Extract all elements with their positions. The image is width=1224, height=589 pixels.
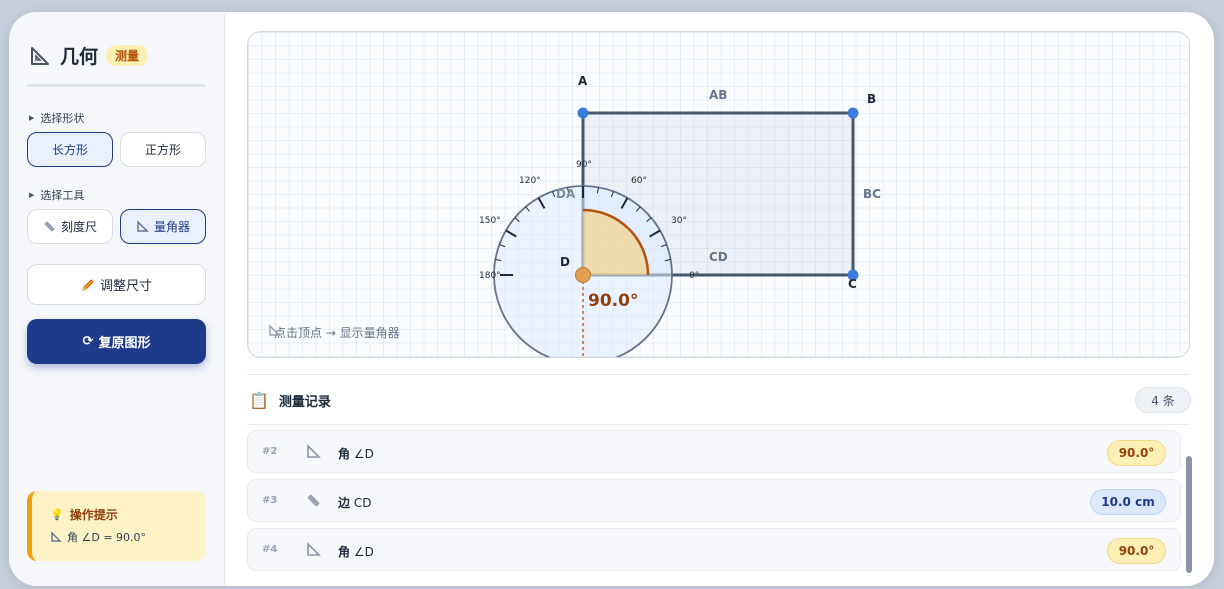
refresh-icon: ⟳ [82, 334, 94, 349]
reset-shape-button[interactable]: ⟳ 复原图形 [27, 319, 206, 364]
protractor-label-90: 90° [576, 160, 592, 170]
protractor-label-60: 60° [631, 176, 647, 186]
shape-rectangle-button[interactable]: 长方形 [27, 132, 113, 167]
vertex-d-selected[interactable] [575, 267, 591, 283]
angle-reading: 90.0° [588, 291, 638, 311]
protractor-label-30: 30° [671, 216, 687, 226]
brand: 几何 测量 [29, 42, 149, 69]
protractor-icon [306, 444, 321, 459]
protractor-label-120: 120° [519, 176, 541, 186]
records-separator [247, 424, 1190, 425]
vertex-label-a: A [578, 74, 588, 88]
tool-protractor-button[interactable]: 量角器 [120, 209, 206, 244]
mode-badge: 测量 [106, 45, 149, 66]
ruler-icon [43, 220, 56, 233]
canvas-drawing: 180° 150° 120° 90° 60° 30° 0° A B C D AB… [479, 74, 881, 357]
record-value: 90.0° [1107, 440, 1166, 466]
records-count-badge: 4 条 [1135, 387, 1191, 413]
shape-section-label: ▶ 选择形状 [29, 112, 85, 125]
vertex-b[interactable] [847, 107, 859, 119]
protractor-label-150: 150° [479, 216, 501, 226]
canvas-hint: 点击顶点 → 显示量角器 [268, 324, 400, 341]
records-divider [247, 374, 1190, 375]
ruler-icon [306, 493, 321, 508]
edge-label-da: DA [556, 187, 576, 201]
protractor-label-180: 180° [479, 271, 501, 281]
protractor-label-0: 0° [689, 271, 699, 281]
resize-button[interactable]: 调整尺寸 [27, 264, 206, 305]
sidebar: 几何 测量 ▶ 选择形状 长方形 正方形 ▶ 选择工具 刻度尺 量角器 调整尺寸… [9, 12, 225, 586]
brand-divider [27, 84, 206, 87]
vertex-label-d: D [560, 255, 570, 269]
record-row[interactable]: #3 边 CD 10.0 cm [247, 479, 1181, 522]
protractor-icon [306, 542, 321, 557]
lightbulb-icon: 💡 [50, 508, 64, 521]
pencil-icon [81, 278, 95, 292]
records-scrollbar-thumb[interactable] [1186, 456, 1192, 573]
app-window: 几何 测量 ▶ 选择形状 长方形 正方形 ▶ 选择工具 刻度尺 量角器 调整尺寸… [9, 12, 1214, 586]
geometry-canvas[interactable]: 180° 150° 120° 90° 60° 30° 0° A B C D AB… [247, 31, 1190, 358]
tip-title: 操作提示 [69, 508, 118, 522]
vertex-label-b: B [867, 92, 876, 106]
tool-ruler-button[interactable]: 刻度尺 [27, 209, 113, 244]
vertex-label-c: C [848, 277, 857, 291]
edge-label-cd: CD [709, 250, 728, 264]
triangle-right-icon: ▶ [29, 114, 35, 122]
record-row[interactable]: #2 角 ∠D 90.0° [247, 430, 1181, 473]
edge-label-bc: BC [863, 187, 881, 201]
record-row[interactable]: #4 角 ∠D 90.0° [247, 528, 1181, 571]
triangle-right-icon: ▶ [29, 191, 35, 199]
tool-section-label: ▶ 选择工具 [29, 189, 85, 202]
records-header: 📋 测量记录 [249, 391, 331, 410]
record-value: 10.0 cm [1090, 489, 1166, 515]
record-value: 90.0° [1107, 538, 1166, 564]
tip-panel: 💡 操作提示 角 ∠D = 90.0° [27, 491, 206, 561]
clipboard-icon: 📋 [249, 391, 269, 410]
app-title: 几何 [60, 46, 99, 68]
set-square-icon [29, 45, 51, 67]
protractor-icon [50, 531, 62, 543]
records-title: 测量记录 [278, 395, 331, 410]
shape-square-button[interactable]: 正方形 [120, 132, 206, 167]
vertex-a[interactable] [577, 107, 589, 119]
edge-label-ab: AB [709, 88, 727, 102]
tip-text: 角 ∠D = 90.0° [67, 531, 147, 544]
protractor-icon [136, 220, 149, 233]
